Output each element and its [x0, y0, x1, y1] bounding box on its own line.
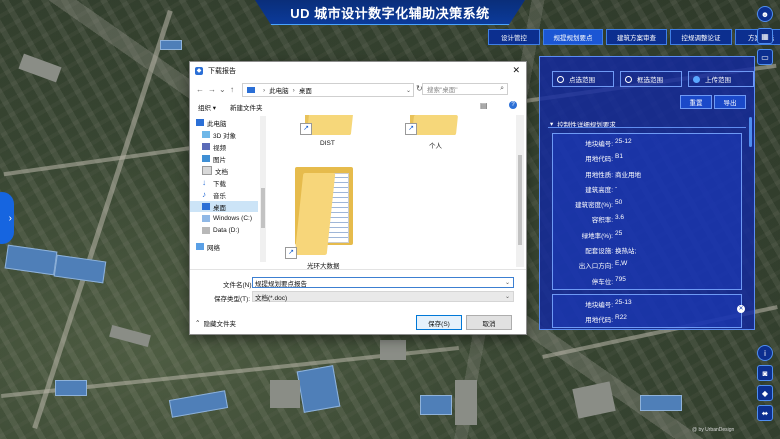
nav-item-data-d[interactable]: Data (D:) [202, 225, 239, 236]
radio-upload-range[interactable]: 上传范围 [688, 71, 754, 87]
app-title-bar: UD 城市设计数字化辅助决策系统 [255, 0, 525, 25]
breadcrumb-item[interactable]: 桌面 [299, 85, 312, 95]
reset-button[interactable]: 重置 [680, 95, 712, 109]
video-icon [202, 143, 210, 150]
pc-icon [247, 87, 255, 93]
radio-box-select[interactable]: 框选范围 [620, 71, 682, 87]
pc-icon [196, 119, 204, 126]
cube-icon [202, 131, 210, 138]
range-selector: 点选范围 框选范围 上传范围 [552, 71, 754, 87]
nav-item-3d-objects[interactable]: 3D 对象 [202, 129, 236, 140]
parcel-card: 地块编号: 25-13 用地代码: R22 [552, 294, 742, 328]
chevron-down-icon[interactable]: ⌄ [219, 85, 226, 94]
watermark-text: @ by UrbanDesign [692, 427, 735, 433]
save-button[interactable]: 保存(S) [416, 315, 462, 330]
shortcut-arrow-icon: ↗ [405, 123, 417, 135]
save-dialog: ◆ 下载报告 ✕ ← → ⌄ ↑ › 此电脑 › 桌面 ⌄ ↻ 搜索"桌面" ⌕… [189, 61, 527, 335]
filename-input[interactable]: 规提规划要点报告 ⌄ [252, 277, 514, 288]
close-icon[interactable]: ✕ [512, 65, 520, 76]
address-bar-row: ← → ⌄ ↑ › 此电脑 › 桌面 ⌄ ↻ 搜索"桌面" ⌕ [190, 82, 526, 98]
folder-item-large[interactable] [472, 170, 516, 267]
nav-item-music[interactable]: ♪ 音乐 [202, 189, 226, 200]
parcel-card: 地块编号: 25-12 用地代码: B1 用地性质: 商业用地 建筑高度: - 建筑密度… [552, 133, 742, 290]
search-icon: ⌕ [500, 85, 504, 92]
app-logo-icon: ◆ [195, 67, 203, 75]
export-button[interactable]: 导出 [714, 95, 746, 109]
filename-label: 文件名(N): [223, 282, 254, 289]
breadcrumb-item[interactable]: 此电脑 [269, 85, 289, 95]
top-nav-tabs: 设计管控 规提规划要点 建筑方案审查 控规调整论证 方案比选 [488, 29, 780, 45]
nav-pane-scrollbar[interactable] [260, 116, 266, 262]
navigation-pane: 此电脑 3D 对象 视频 图片 文档 ↓ 下载 ♪ 音乐 桌面 Windows (C… [190, 115, 268, 265]
tab-plan-adjustment[interactable]: 控规调整论证 [670, 29, 732, 45]
folder-item[interactable]: ↗ 光环大数据 [285, 165, 365, 270]
tab-building-review[interactable]: 建筑方案审查 [606, 29, 667, 45]
filetype-label: 保存类型(T): [214, 296, 251, 303]
nav-item-this-pc[interactable]: 此电脑 [196, 117, 227, 128]
dialog-title: 下载报告 [208, 68, 236, 75]
left-panel-toggle[interactable]: › [0, 192, 14, 244]
layers-icon[interactable]: ▭ [757, 49, 773, 65]
nav-item-downloads[interactable]: ↓ 下载 [202, 177, 226, 188]
drive-icon [202, 215, 210, 222]
organize-menu[interactable]: 组织 ▾ [198, 102, 216, 112]
download-icon: ↓ [202, 178, 206, 187]
planning-points-panel: 点选范围 框选范围 上传范围 重置 导出 ▾ 控制性详细规划要求 地块编号: 25… [539, 56, 755, 330]
radio-point-select[interactable]: 点选范围 [552, 71, 614, 87]
tab-design-control[interactable]: 设计管控 [488, 29, 540, 45]
nav-item-pictures[interactable]: 图片 [202, 153, 226, 164]
nav-item-desktop[interactable]: 桌面 [190, 201, 258, 212]
cancel-button[interactable]: 取消 [466, 315, 512, 330]
chevron-down-icon[interactable]: ⌄ [406, 87, 411, 94]
view-icon[interactable]: ⬌ [757, 405, 773, 421]
filetype-select[interactable]: 文档(*.doc) ⌄ [252, 291, 514, 302]
shortcut-arrow-icon: ↗ [285, 247, 297, 259]
grid-menu-icon[interactable]: ▦ [757, 28, 773, 44]
command-bar: 组织 ▾ 新建文件夹 ▤ ? [190, 100, 526, 113]
desktop-icon [202, 203, 210, 210]
camera-icon[interactable]: ◙ [757, 365, 773, 381]
compass-icon[interactable]: ◆ [757, 385, 773, 401]
chevron-right-icon: › [8, 212, 12, 224]
nav-item-windows-c[interactable]: Windows (C:) [202, 213, 252, 224]
chevron-down-icon[interactable]: ⌄ [505, 279, 510, 286]
network-icon [196, 243, 204, 250]
chevron-up-icon: ⌃ [195, 320, 201, 327]
folder-label: DIST [320, 140, 335, 147]
panel-close-icon[interactable]: ✕ [737, 305, 745, 313]
up-icon[interactable]: ↑ [230, 85, 234, 94]
back-icon[interactable]: ← [196, 85, 204, 94]
forward-icon[interactable]: → [208, 85, 216, 94]
folder-item[interactable]: ↗ 个人 [405, 115, 465, 155]
panel-scrollbar[interactable] [749, 117, 752, 147]
info-icon[interactable]: i [757, 345, 773, 361]
shortcut-arrow-icon: ↗ [300, 123, 312, 135]
help-icon[interactable]: ? [509, 101, 517, 109]
nav-item-documents[interactable]: 文档 [202, 165, 228, 176]
folder-label: 个人 [429, 143, 442, 150]
search-input[interactable]: 搜索"桌面" ⌕ [422, 83, 508, 95]
nav-item-network[interactable]: 网络 [196, 241, 220, 252]
nav-item-videos[interactable]: 视频 [202, 141, 226, 152]
chevron-down-icon: ⌄ [504, 294, 510, 300]
drive-icon [202, 227, 210, 234]
address-bar[interactable]: › 此电脑 › 桌面 ⌄ [242, 83, 414, 97]
tab-planning-points[interactable]: 规提规划要点 [543, 29, 603, 45]
folder-item[interactable]: ↗ DIST [300, 115, 360, 155]
user-avatar-icon[interactable]: ☻ [757, 6, 773, 22]
app-title: UD 城市设计数字化辅助决策系统 [290, 5, 490, 21]
file-list-scrollbar[interactable] [516, 115, 524, 267]
dialog-titlebar[interactable]: ◆ 下载报告 ✕ [190, 62, 526, 80]
document-icon [202, 166, 212, 175]
picture-icon [202, 155, 210, 162]
hide-folders-toggle[interactable]: ⌃ 隐藏文件夹 [195, 318, 236, 328]
new-folder-button[interactable]: 新建文件夹 [230, 102, 263, 112]
view-options-icon[interactable]: ▤ [480, 101, 488, 110]
music-icon: ♪ [202, 190, 206, 199]
